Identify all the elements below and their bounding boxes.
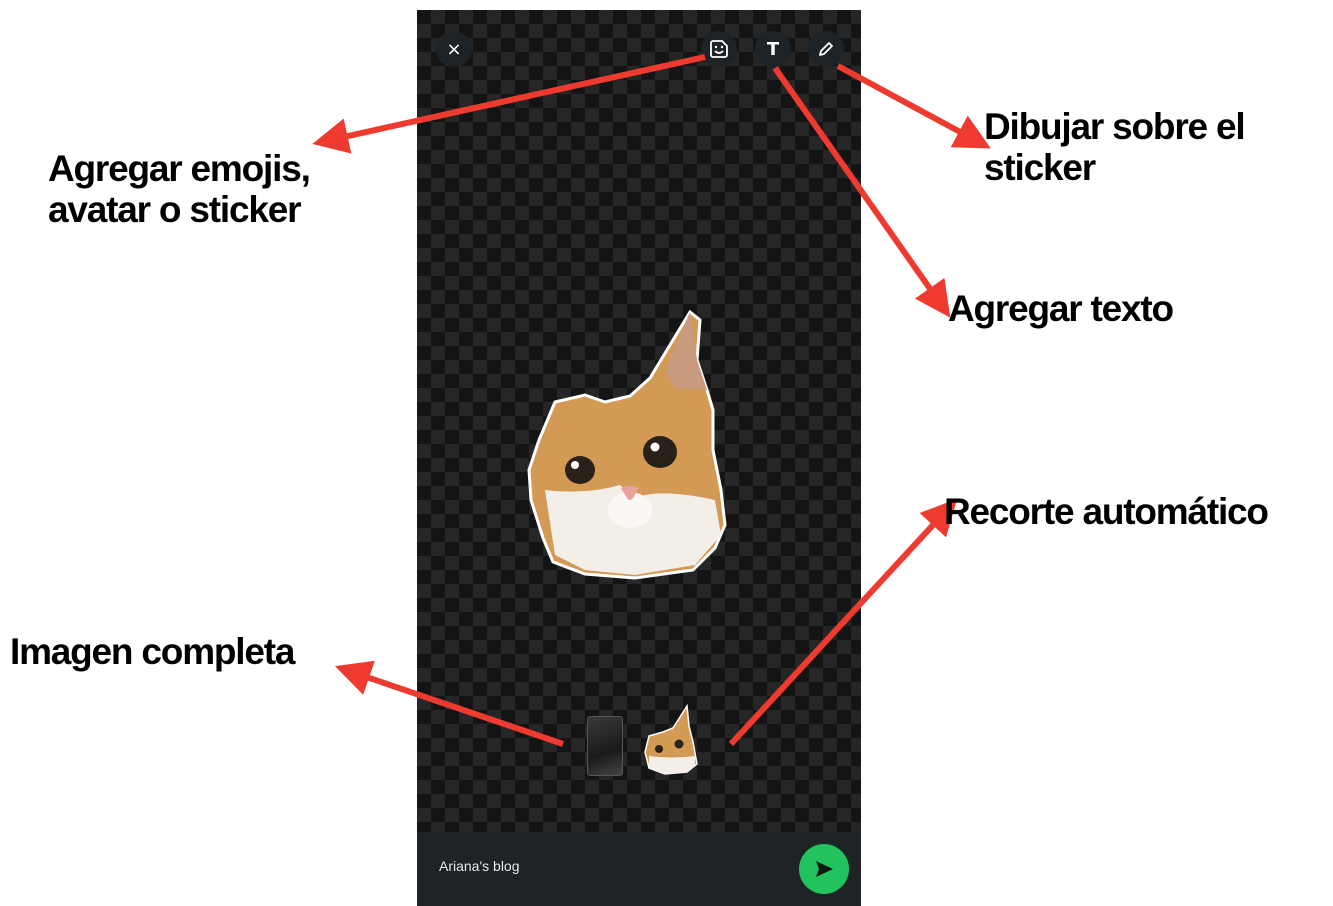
annotation-emoji-line1: Agregar emojis, [48,148,311,189]
annotation-emoji: Agregar emojis, avatar o sticker [48,148,311,230]
annotation-text: Agregar texto [948,288,1174,329]
arrow-full-image [334,660,564,747]
annotation-draw-line2: sticker [984,147,1096,188]
annotation-draw-line1: Dibujar sobre el [984,106,1246,147]
arrow-text [772,66,951,318]
arrow-draw [836,63,991,149]
arrow-auto-cut [728,498,958,747]
annotation-auto-cut: Recorte automático [944,491,1269,532]
annotation-emoji-line2: avatar o sticker [48,189,302,230]
arrow-emoji [312,54,706,154]
annotation-full-image: Imagen completa [10,631,295,672]
annotation-draw: Dibujar sobre el sticker [984,106,1246,188]
